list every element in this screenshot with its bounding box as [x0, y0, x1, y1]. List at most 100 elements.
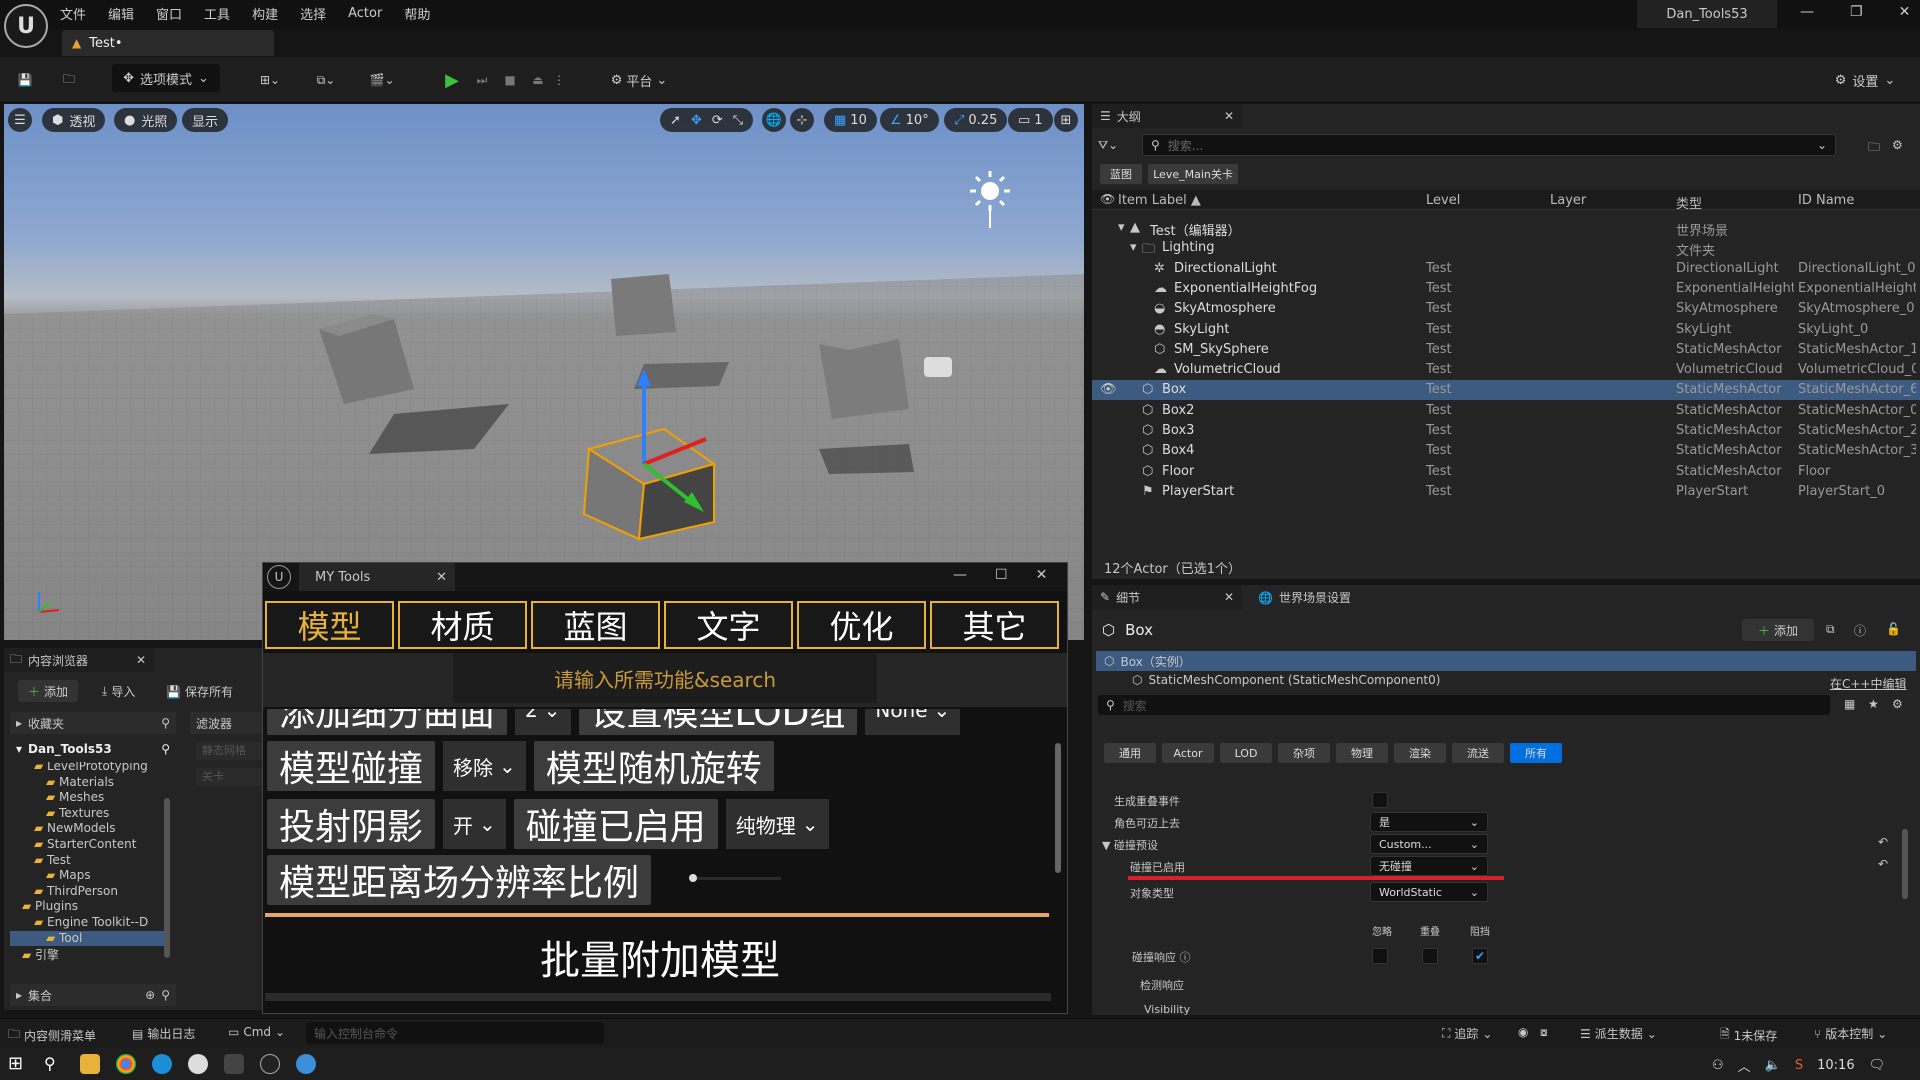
eject-icon[interactable]: ⏏ — [526, 66, 550, 94]
blueprint-add-icon[interactable]: ⧉ — [1826, 622, 1835, 637]
favorites-header[interactable]: ▸ 收藏夹 ⚲ — [10, 712, 176, 734]
minimize-icon[interactable]: — — [953, 567, 967, 583]
outliner-row[interactable]: ⬡ Box2 Test StaticMeshActor StaticMeshActor_… — [1092, 401, 1920, 421]
column-item-label[interactable]: Item Label ▲ — [1118, 193, 1201, 208]
object-type-dropdown[interactable]: WorldStatic ⌄ — [1370, 882, 1488, 902]
category-lod[interactable]: LOD — [1220, 743, 1272, 763]
cmd-dropdown[interactable]: ▭ Cmd ⌄ — [228, 1025, 285, 1039]
add-component-button[interactable]: ＋ 添加 — [1742, 619, 1814, 641]
clock[interactable]: 10:16 — [1817, 1058, 1854, 1073]
outliner-row[interactable]: ☁ VolumetricCloud Test VolumetricCloud Volum… — [1092, 360, 1920, 380]
outliner-search-input[interactable]: ⚲ 搜索... ⌄ — [1142, 134, 1836, 156]
derived-data-button[interactable]: ☰ 派生数据 ⌄ — [1580, 1025, 1657, 1042]
help-icon[interactable]: ⓘ — [1854, 622, 1866, 639]
reset-icon[interactable]: ↶ — [1878, 835, 1888, 849]
component-row[interactable]: ⬡ StaticMeshComponent (StaticMeshCompone… — [1132, 673, 1440, 687]
app-icon[interactable] — [296, 1054, 316, 1074]
move-tool-icon[interactable]: ✥ — [691, 113, 702, 128]
layout-icon[interactable]: ⊞ — [1054, 108, 1078, 132]
category-general[interactable]: 通用 — [1104, 743, 1156, 763]
search-icon[interactable]: ⚲ — [161, 742, 170, 756]
filter-static-mesh[interactable]: 静态网格 — [196, 742, 266, 760]
ignore-checkbox[interactable] — [1372, 948, 1388, 964]
category-streaming[interactable]: 流送 — [1452, 743, 1504, 763]
outliner-row[interactable]: 👁 ⬡ Box Test StaticMeshActor StaticMeshActor_… — [1092, 380, 1920, 401]
screenshot-icon[interactable]: ⧇ — [1540, 1025, 1548, 1040]
chrome-icon[interactable] — [116, 1054, 136, 1074]
epic-launcher-icon[interactable] — [188, 1054, 208, 1074]
scale-snap-button[interactable]: ⤢ 0.25 — [944, 108, 1008, 132]
details-scrollbar[interactable] — [1902, 829, 1908, 899]
close-icon[interactable]: ✕ — [1036, 567, 1048, 583]
collision-type-dropdown[interactable]: 纯物理 ⌄ — [725, 799, 829, 849]
stop-icon[interactable]: ■ — [498, 66, 522, 94]
my-tools-search-input[interactable]: 请输入所需功能&search — [453, 653, 877, 703]
tree-scrollbar[interactable] — [164, 798, 170, 958]
outliner-row[interactable]: ⬡ SM_SkySphere Test StaticMeshActor StaticMe… — [1092, 340, 1920, 360]
random-rotation-button[interactable]: 模型随机旋转 — [533, 741, 774, 791]
edge-icon[interactable] — [152, 1054, 172, 1074]
close-tab-icon[interactable]: ✕ — [136, 653, 146, 667]
batch-attach-button[interactable]: 批量附加模型 — [265, 925, 1055, 989]
player-start-gizmo-icon[interactable] — [924, 357, 952, 377]
outliner-row[interactable]: ▾ 🗀 Lighting 文件夹 — [1092, 238, 1920, 259]
box4-mesh[interactable] — [819, 332, 909, 419]
import-button[interactable]: ⤓ 导入 — [102, 683, 135, 700]
lock-icon[interactable]: 🔓 — [1886, 622, 1901, 636]
more-options-icon[interactable]: ⋮ — [552, 66, 566, 94]
record-icon[interactable]: ◉ — [1518, 1025, 1528, 1039]
collision-enabled-button[interactable]: 碰撞已启用 — [513, 799, 718, 849]
unreal-editor-icon[interactable] — [260, 1054, 280, 1074]
show-button[interactable]: 显示 — [182, 108, 229, 132]
unreal-logo-icon[interactable]: U — [4, 4, 48, 48]
tab-text[interactable]: 文字 — [664, 601, 793, 649]
tab-optimize[interactable]: 优化 — [797, 601, 926, 649]
tab-material[interactable]: 材质 — [398, 601, 527, 649]
reset-icon[interactable]: ↶ — [1878, 857, 1888, 871]
outliner-row[interactable]: ◒ SkyAtmosphere Test SkyAtmosphere SkyAtmosp… — [1092, 299, 1920, 319]
restore-icon[interactable]: ❐ — [1850, 4, 1863, 20]
folder-tree-item[interactable]: ▰ Test — [10, 853, 166, 868]
lod-group-dropdown[interactable]: None ⌄ — [865, 709, 961, 735]
outliner-row[interactable]: ✲ DirectionalLight Test DirectionalLight Dir… — [1092, 259, 1920, 279]
mode-select-button[interactable]: ✥ 选项模式 ⌄ — [112, 64, 220, 92]
search-icon[interactable]: ⚲ — [161, 716, 170, 730]
horizontal-scrollbar[interactable] — [265, 993, 1051, 1001]
instance-row[interactable]: ⬡ Box（实例） — [1096, 651, 1916, 671]
folder-tree-item[interactable]: ▰ Plugins — [10, 899, 166, 914]
folder-tree-item[interactable]: ▰ Tool — [10, 930, 166, 946]
box3-mesh[interactable] — [611, 274, 676, 336]
level-viewport[interactable]: ☰ ⬢ 透视 ● 光照 显示 ➚ ✥ ⟳ ⤡ 🌐 ⊹ ▦ 10 ∠ 10° ⤢ 0.25 … — [4, 104, 1084, 640]
filter-chip-level[interactable]: Leve_Main关卡 — [1148, 164, 1238, 184]
star-icon[interactable]: ★ — [1868, 697, 1879, 711]
filter-level[interactable]: 关卡 — [196, 768, 266, 786]
folder-tree-item[interactable]: ▰ Materials — [10, 775, 166, 790]
outliner-row[interactable]: ⬡ Box4 Test StaticMeshActor StaticMeshActor_… — [1092, 441, 1920, 461]
collections-header[interactable]: ▸ 集合 ⊕ ⚲ — [10, 984, 176, 1006]
menu-actor[interactable]: Actor — [348, 6, 382, 21]
source-control-button[interactable]: ⑂ 版本控制 ⌄ — [1814, 1025, 1887, 1042]
outliner-row[interactable]: ◓ SkyLight Test SkyLight SkyLight_0 — [1092, 320, 1920, 340]
folder-tree-item[interactable]: ▰ 引擎 — [10, 946, 166, 962]
distance-field-slider[interactable] — [689, 874, 781, 882]
lighting-button[interactable]: ● 光照 — [114, 108, 178, 132]
play-icon[interactable]: ▶ — [440, 66, 464, 94]
folder-tree-item[interactable]: ▰ StarterContent — [10, 837, 166, 852]
collision-enabled-dropdown[interactable]: 无碰撞 ⌄ — [1370, 856, 1488, 876]
outliner-row[interactable]: ⬡ Box3 Test StaticMeshActor StaticMeshActor_… — [1092, 421, 1920, 441]
filters-header[interactable]: 滤波器 — [190, 712, 266, 734]
unreal-app-icon[interactable] — [224, 1054, 244, 1074]
output-log-button[interactable]: ▤ 输出日志 — [132, 1025, 195, 1042]
menu-select[interactable]: 选择 — [300, 4, 326, 23]
browse-icon[interactable]: 🗀 — [56, 66, 82, 94]
outliner-row[interactable]: ⬡ Floor Test StaticMeshActor Floor — [1092, 462, 1920, 482]
tool-list-scrollbar[interactable] — [1055, 743, 1061, 873]
content-drawer-button[interactable]: 🗀 内容侧滑菜单 — [8, 1025, 96, 1046]
add-subdivision-button[interactable]: 添加细分曲面 — [267, 709, 508, 735]
block-checkbox[interactable]: ✔ — [1472, 948, 1488, 964]
menu-tools[interactable]: 工具 — [204, 4, 230, 23]
slider-handle[interactable] — [689, 874, 697, 882]
category-physics[interactable]: 物理 — [1336, 743, 1388, 763]
gear-icon[interactable]: ⚙ — [1892, 697, 1903, 711]
gear-icon[interactable]: ⚙ — [1892, 138, 1903, 152]
